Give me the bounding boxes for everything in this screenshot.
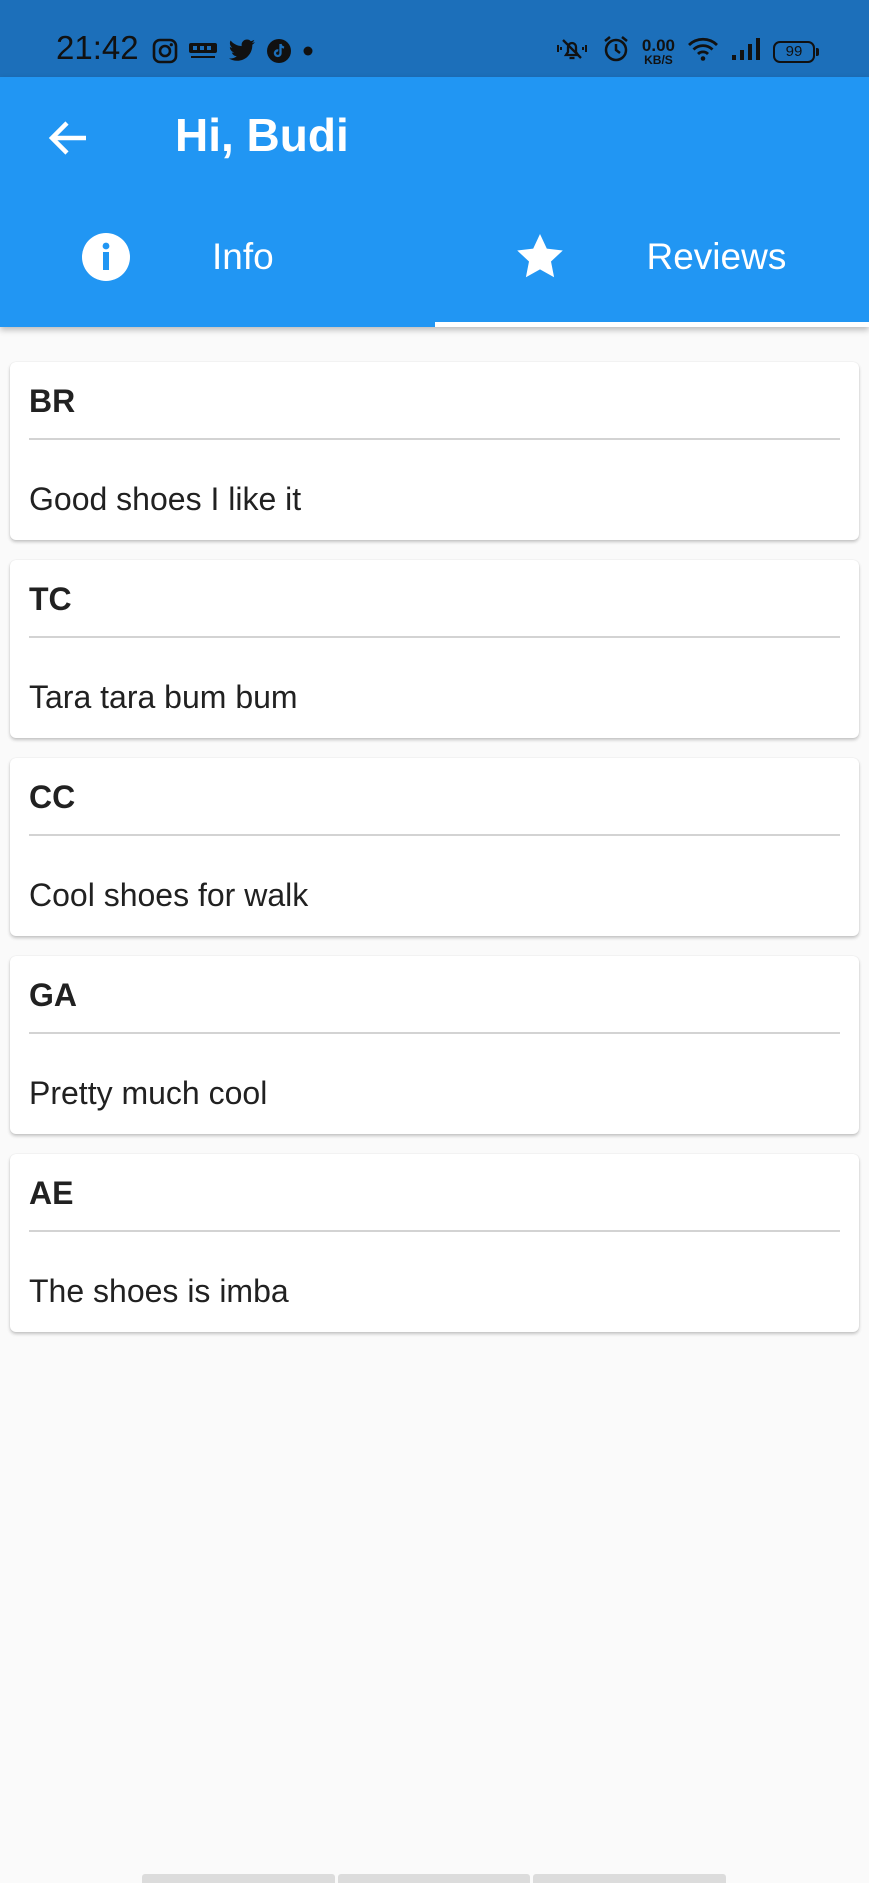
review-card[interactable]: TC Tara tara bum bum <box>10 560 859 738</box>
network-speed-value: 0.00 <box>641 36 675 55</box>
review-text: Cool shoes for walk <box>29 877 309 913</box>
tab-indicator <box>434 322 869 327</box>
tab-info[interactable]: Info <box>0 199 435 327</box>
review-list: BR Good shoes I like it TC Tara tara bum… <box>10 362 859 1352</box>
back-button[interactable] <box>30 100 106 176</box>
divider <box>29 1032 840 1034</box>
twitter-icon <box>228 39 256 63</box>
app-bar: Hi, Budi Info Reviews <box>0 77 869 327</box>
divider <box>29 1230 840 1232</box>
alarm-icon <box>602 35 630 68</box>
status-time: 21:42 <box>56 29 139 66</box>
instagram-icon <box>152 38 178 64</box>
gesture-segment <box>142 1874 335 1883</box>
network-speed-unit: KB/S <box>644 53 673 67</box>
review-card[interactable]: AE The shoes is imba <box>10 1154 859 1332</box>
star-icon <box>515 232 565 282</box>
status-bar: 21:42 0.00 KB/S 99 <box>0 0 869 77</box>
review-initials: BR <box>29 383 76 419</box>
gesture-segment <box>533 1874 727 1883</box>
network-speed: 0.00 KB/S <box>642 37 675 66</box>
review-initials: CC <box>29 779 76 815</box>
review-text: Good shoes I like it <box>29 481 302 517</box>
system-icons: 0.00 KB/S 99 <box>554 35 819 68</box>
gesture-segment <box>337 1874 531 1883</box>
divider <box>29 834 840 836</box>
cnn-icon <box>188 40 218 62</box>
page-title: Hi, Budi <box>175 109 349 161</box>
review-card[interactable]: BR Good shoes I like it <box>10 362 859 540</box>
divider <box>29 438 840 440</box>
notification-icons <box>152 38 314 64</box>
wifi-icon <box>687 36 719 67</box>
review-text: Pretty much cool <box>29 1075 268 1111</box>
tab-reviews[interactable]: Reviews <box>434 199 869 327</box>
gesture-bar[interactable] <box>142 1874 727 1883</box>
battery-icon: 99 <box>773 40 819 63</box>
tab-reviews-label: Reviews <box>646 236 787 277</box>
tab-info-label: Info <box>212 236 274 277</box>
divider <box>29 636 840 638</box>
review-text: The shoes is imba <box>29 1273 289 1309</box>
mute-icon <box>554 36 590 67</box>
review-initials: GA <box>29 977 77 1013</box>
review-initials: TC <box>29 581 72 617</box>
review-card[interactable]: CC Cool shoes for walk <box>10 758 859 936</box>
review-text: Tara tara bum bum <box>29 679 298 715</box>
arrow-back-icon <box>48 121 86 155</box>
info-icon <box>81 232 131 282</box>
tiktok-icon <box>266 38 292 64</box>
tab-bar: Info Reviews <box>0 199 869 327</box>
review-initials: AE <box>29 1175 74 1211</box>
signal-icon <box>731 37 761 66</box>
review-card[interactable]: GA Pretty much cool <box>10 956 859 1134</box>
notification-dot-icon <box>302 45 314 57</box>
